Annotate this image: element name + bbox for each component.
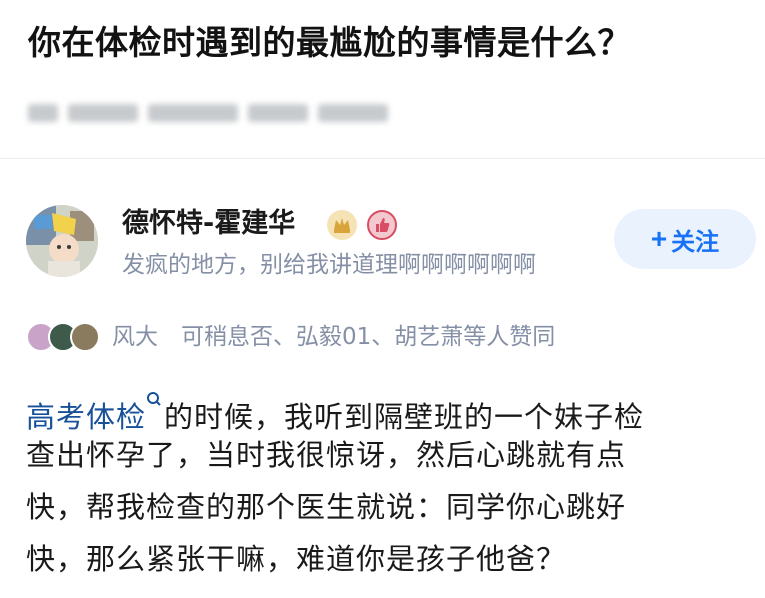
answer-content: 高考体检 的时候，我听到隔壁班的一个妹子检 查出怀孕了，当时我很惊讶，然后心跳就有…: [26, 377, 751, 585]
search-icon[interactable]: [146, 377, 162, 406]
author-signature: 发疯的地方，别给我讲道理啊啊啊啊啊啊: [122, 252, 536, 278]
answer-line: 快，帮我检查的那个医生就说：同学你心跳好: [26, 490, 627, 524]
follow-label: 关注: [671, 228, 720, 256]
author-name[interactable]: 德怀特-霍建华: [122, 207, 295, 241]
answer-line: 快，那么紧张干嘛，难道你是孩子他爸？: [26, 542, 567, 576]
question-header: 你在体检时遇到的最尴尬的事情是什么？: [28, 20, 748, 124]
answer-line: 高考体检 的时候，我听到隔壁班的一个妹子检: [26, 377, 751, 434]
avatar[interactable]: [26, 205, 98, 277]
thumbs-up-badge-icon: [367, 210, 397, 240]
plus-icon: +: [650, 223, 668, 254]
divider: [0, 158, 765, 159]
upvoters-text: 风大 可稍息否、弘毅01、胡艺萧等人赞同: [112, 324, 556, 350]
crown-badge-icon: [327, 210, 357, 240]
question-meta-blurred: [28, 102, 418, 124]
follow-button[interactable]: + 关注: [614, 209, 756, 269]
voter-avatar: [70, 322, 100, 352]
author-card: 德怀特-霍建华 发疯的地方，别给我讲道理啊啊啊啊啊啊 + 关注: [26, 205, 756, 281]
answer-line: 查出怀孕了，当时我很惊讶，然后心跳就有点: [26, 438, 627, 472]
question-title[interactable]: 你在体检时遇到的最尴尬的事情是什么？: [28, 20, 748, 66]
voter-avatars: [26, 322, 106, 352]
upvoters-row[interactable]: 风大 可稍息否、弘毅01、胡艺萧等人赞同: [26, 321, 746, 353]
